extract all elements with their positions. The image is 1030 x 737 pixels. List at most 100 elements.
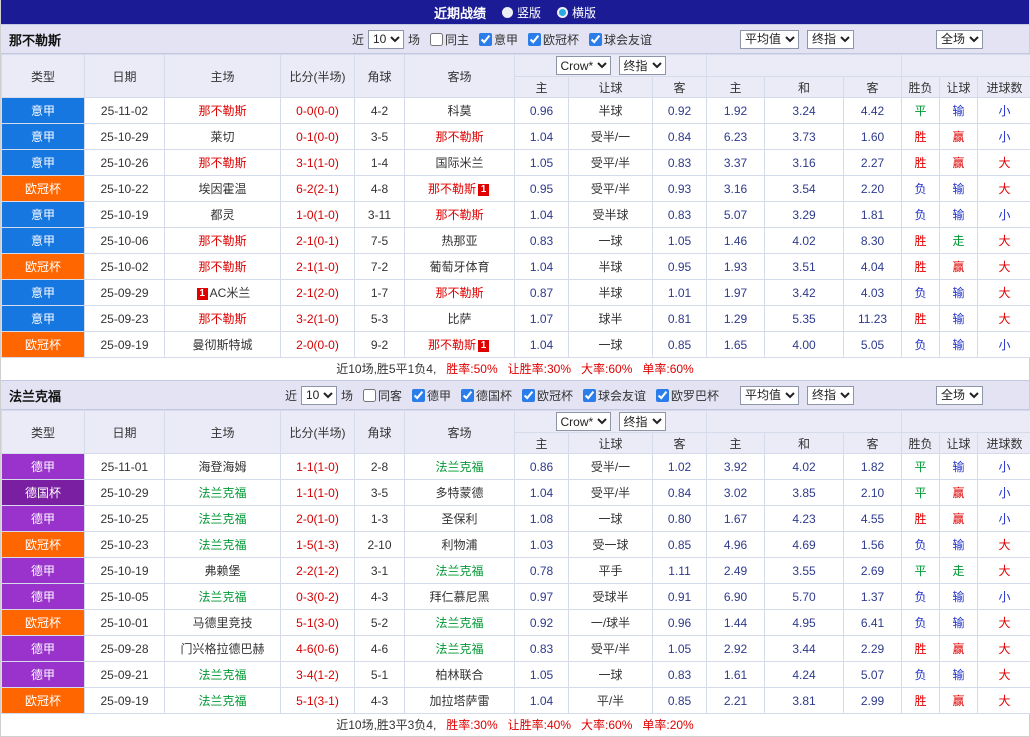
match-row: 德甲25-10-05法兰克福0-3(0-2)4-3拜仁慕尼黑0.97受球半0.9… [2, 584, 1030, 610]
team-name-text: 法兰克福 [198, 590, 246, 604]
filter-check-0[interactable]: 同主 [430, 31, 469, 48]
odds-source-select[interactable]: Crow* [556, 412, 611, 431]
team-name-text: 法兰克福 [198, 694, 246, 708]
filter-checkbox[interactable] [528, 33, 541, 46]
avg-odds-value: 1.37 [844, 584, 902, 610]
corner-score: 4-3 [355, 584, 405, 610]
match-row: 意甲25-09-23那不勒斯3-2(1-0)5-3比萨1.07球半0.811.2… [2, 306, 1030, 332]
filter-check-2[interactable]: 欧冠杯 [528, 31, 579, 48]
result-goals: 小 [978, 124, 1030, 150]
handicap: 一球 [569, 506, 653, 532]
sub-col-header: 让球 [569, 77, 653, 98]
filter-check-3[interactable]: 欧冠杯 [522, 387, 573, 404]
avg-odds-value: 4.02 [765, 454, 844, 480]
avg-odds-value: 1.60 [844, 124, 902, 150]
scope-select[interactable]: 全场 [936, 386, 983, 405]
avg-odds-value: 2.69 [844, 558, 902, 584]
away-team: 法兰克福 [405, 636, 515, 662]
filter-check-3[interactable]: 球会友谊 [589, 31, 652, 48]
result-winlose: 平 [902, 558, 940, 584]
handicap: 一球 [569, 662, 653, 688]
team-name-text: 海登海姆 [198, 460, 246, 474]
match-count-select[interactable]: 10 [368, 30, 404, 49]
match-row: 欧冠杯25-09-19法兰克福5-1(3-1)4-3加拉塔萨雷1.04平/半0.… [2, 688, 1030, 714]
home-team: 法兰克福 [165, 584, 281, 610]
layout-vertical-radio[interactable]: 竖版 [502, 4, 541, 21]
filter-checkbox[interactable] [583, 389, 596, 402]
corner-score: 4-2 [355, 98, 405, 124]
filter-check-5[interactable]: 欧罗巴杯 [656, 387, 719, 404]
avg-odds-value: 1.81 [844, 202, 902, 228]
filter-checkbox[interactable] [412, 389, 425, 402]
col-header: 客场 [405, 411, 515, 454]
avg-odds-value: 1.46 [707, 228, 765, 254]
page: { "topbar": { "title": "近期战绩", "radio_ve… [0, 0, 1030, 737]
filter-check-4[interactable]: 球会友谊 [583, 387, 646, 404]
odds-value: 0.96 [515, 98, 569, 124]
scope-select[interactable]: 全场 [936, 30, 983, 49]
away-team: 多特蒙德 [405, 480, 515, 506]
average-stage-select[interactable]: 终指 [807, 386, 854, 405]
match-date: 25-10-06 [85, 228, 165, 254]
odds-stage-select[interactable]: 终指 [619, 56, 666, 75]
result-winlose: 平 [902, 480, 940, 506]
filter-check-2[interactable]: 德国杯 [461, 387, 512, 404]
avg-odds-value: 5.07 [844, 662, 902, 688]
avg-odds-value: 3.37 [707, 150, 765, 176]
filter-checkbox[interactable] [589, 33, 602, 46]
away-team: 柏林联合 [405, 662, 515, 688]
average-select[interactable]: 平均值 [740, 386, 799, 405]
average-select[interactable]: 平均值 [740, 30, 799, 49]
match-row: 意甲25-10-26那不勒斯3-1(1-0)1-4国际米兰1.05受平/半0.8… [2, 150, 1030, 176]
league-type: 欧冠杯 [2, 254, 85, 280]
result-winlose: 胜 [902, 306, 940, 332]
result-winlose: 负 [902, 662, 940, 688]
home-team: 那不勒斯 [165, 254, 281, 280]
away-team: 圣保利 [405, 506, 515, 532]
score: 5-1(3-0) [281, 610, 355, 636]
filter-check-1[interactable]: 意甲 [479, 31, 518, 48]
odds-stage-select[interactable]: 终指 [619, 412, 666, 431]
avg-odds-value: 3.02 [707, 480, 765, 506]
team-name-text: 那不勒斯 [198, 234, 246, 248]
match-date: 25-11-01 [85, 454, 165, 480]
filter-checkbox[interactable] [522, 389, 535, 402]
summary-rate: 大率:60% [581, 718, 632, 732]
result-goals: 大 [978, 558, 1030, 584]
avg-group-header [707, 411, 902, 433]
handicap: 受半球 [569, 202, 653, 228]
near-label: 近 [352, 31, 364, 48]
odds-source-select[interactable]: Crow* [556, 56, 611, 75]
team-name-text: 那不勒斯 [435, 130, 483, 144]
result-goals: 小 [978, 506, 1030, 532]
odds-value: 0.97 [515, 584, 569, 610]
handicap: 受平/半 [569, 176, 653, 202]
score: 5-1(3-1) [281, 688, 355, 714]
layout-horizontal-radio[interactable]: 横版 [557, 4, 596, 21]
sub-col-header: 主 [515, 433, 569, 454]
filter-check-1[interactable]: 德甲 [412, 387, 451, 404]
filter-checkbox[interactable] [479, 33, 492, 46]
match-count-select[interactable]: 10 [301, 386, 337, 405]
result-handicap: 赢 [940, 480, 978, 506]
topbar: 近期战绩 竖版 横版 [1, 0, 1029, 24]
avg-odds-value: 1.44 [707, 610, 765, 636]
radio-checked-icon [557, 7, 568, 18]
result-handicap: 输 [940, 202, 978, 228]
odds-value: 0.92 [515, 610, 569, 636]
league-type: 德甲 [2, 584, 85, 610]
team-name-text: 那不勒斯 [198, 156, 246, 170]
result-handicap: 输 [940, 454, 978, 480]
avg-odds-value: 2.99 [844, 688, 902, 714]
avg-group-header [707, 55, 902, 77]
filter-checkbox[interactable] [430, 33, 443, 46]
league-type: 欧冠杯 [2, 688, 85, 714]
filter-checkbox[interactable] [656, 389, 669, 402]
average-stage-select[interactable]: 终指 [807, 30, 854, 49]
table-header: 类型日期主场比分(半场)角球客场Crow*终指主让球客主和客胜负让球进球数 [2, 55, 1030, 98]
filter-checkbox[interactable] [363, 389, 376, 402]
filter-checkbox[interactable] [461, 389, 474, 402]
filter-check-0[interactable]: 同客 [363, 387, 402, 404]
corner-score: 9-2 [355, 332, 405, 358]
league-type: 欧冠杯 [2, 610, 85, 636]
